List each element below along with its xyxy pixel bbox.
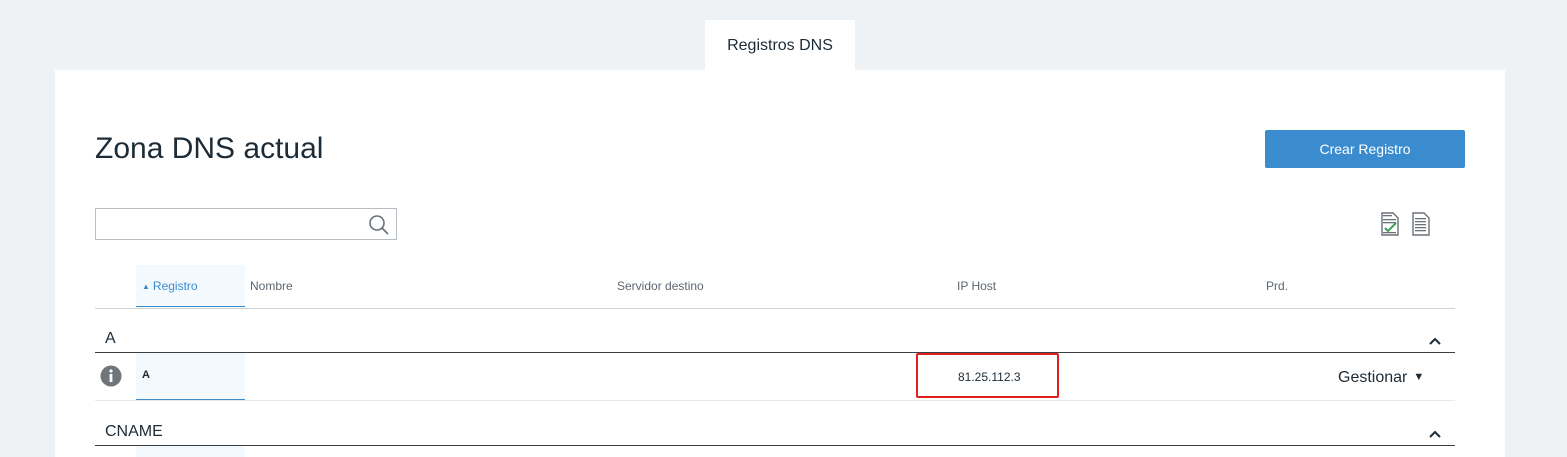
chevron-up-icon[interactable] xyxy=(1429,332,1441,350)
column-header-servidor-destino[interactable]: Servidor destino xyxy=(617,279,704,293)
column-header-prd[interactable]: Prd. xyxy=(1266,279,1288,293)
dns-zone-panel: Zona DNS actual Crear Registro ▲ Registr… xyxy=(55,70,1505,457)
column-header-registro[interactable]: ▲ Registro xyxy=(136,265,245,307)
registro-column-highlight xyxy=(136,446,245,457)
sort-ascending-icon: ▲ xyxy=(142,282,150,291)
ip-host-cell: 81.25.112.3 xyxy=(916,353,1059,398)
tab-registros-dns[interactable]: Registros DNS xyxy=(705,20,855,72)
table-header: ▲ Registro Nombre Servidor destino IP Hos… xyxy=(95,265,1455,309)
caret-down-icon: ▼ xyxy=(1413,371,1425,383)
table-row: A 81.25.112.3 Gestionar ▼ xyxy=(95,353,1455,401)
group-header-cname[interactable]: CNAME xyxy=(95,411,1455,446)
column-header-nombre[interactable]: Nombre xyxy=(250,279,293,293)
manage-dropdown[interactable]: Gestionar ▼ xyxy=(1338,369,1424,387)
column-header-ip-host[interactable]: IP Host xyxy=(957,279,996,293)
page-title: Zona DNS actual xyxy=(95,132,324,165)
registro-value: A xyxy=(142,369,150,381)
search-icon[interactable] xyxy=(368,214,390,241)
group-label: A xyxy=(105,330,116,347)
info-icon[interactable] xyxy=(100,365,122,392)
chevron-up-icon[interactable] xyxy=(1429,425,1441,443)
document-edit-icon[interactable] xyxy=(1380,212,1400,241)
registro-cell: A xyxy=(136,353,245,400)
document-icon[interactable] xyxy=(1411,212,1431,241)
manage-label: Gestionar xyxy=(1338,369,1408,386)
create-record-button[interactable]: Crear Registro xyxy=(1265,130,1465,168)
search-box xyxy=(95,208,397,240)
tab-label: Registros DNS xyxy=(727,37,833,54)
group-header-a[interactable]: A xyxy=(95,318,1455,353)
ip-host-value: 81.25.112.3 xyxy=(958,370,1021,384)
search-input[interactable] xyxy=(102,210,366,240)
group-label: CNAME xyxy=(105,423,163,440)
